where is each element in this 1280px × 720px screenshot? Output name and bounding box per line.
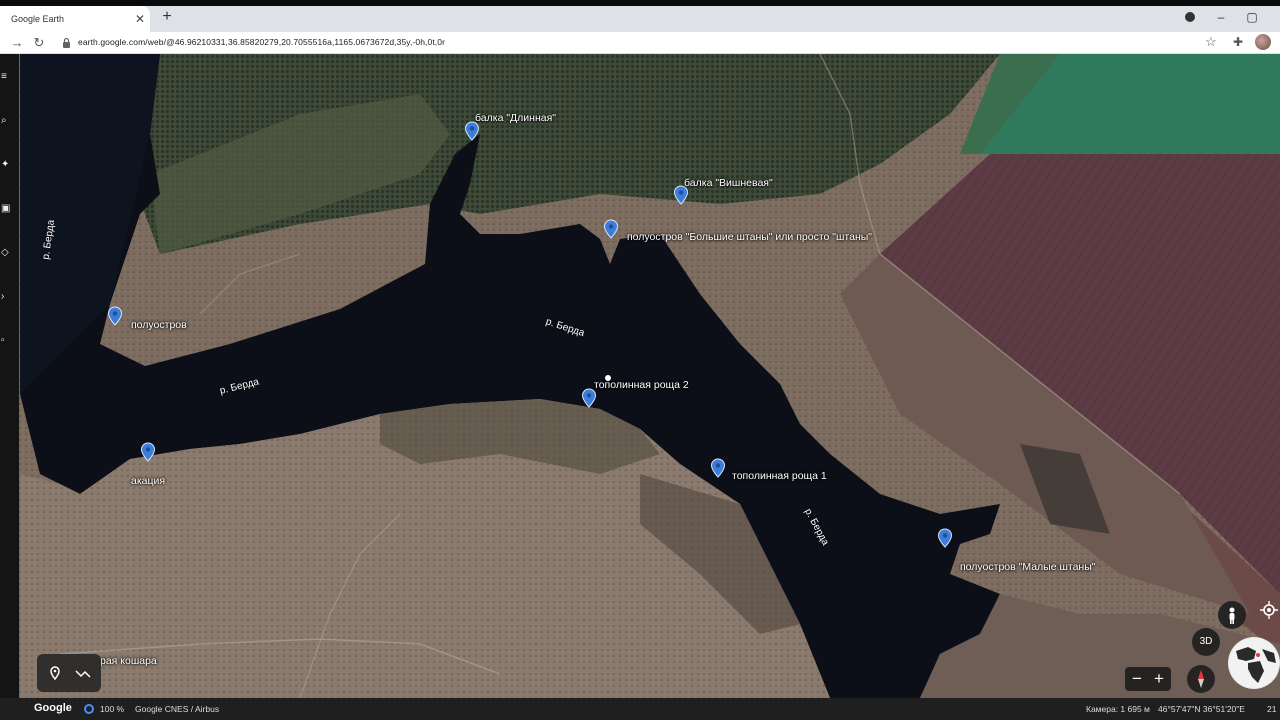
address-bar-url[interactable]: earth.google.com/web/@46.96210331,36.858… — [78, 37, 445, 47]
placemark-label[interactable]: балка "Длинная" — [475, 112, 556, 124]
mini-globe[interactable] — [1228, 637, 1280, 689]
browser-toolbar: → ↻ earth.google.com/web/@46.96210331,36… — [0, 32, 1280, 54]
share-icon[interactable]: ▫ — [1, 336, 11, 346]
loading-ring-icon — [84, 704, 94, 714]
measure-icon[interactable]: › — [1, 292, 11, 302]
placemark-pin-icon[interactable] — [937, 528, 953, 548]
placemark-label[interactable]: балка "Вишневая" — [684, 177, 773, 189]
placemark-label[interactable]: рая кошара — [100, 655, 157, 667]
placemark-label[interactable]: полуостров — [131, 319, 187, 331]
window-top-band — [0, 0, 1280, 6]
pegman-icon — [1229, 607, 1235, 624]
restore-button[interactable]: ▢ — [1243, 8, 1261, 26]
google-earth-window: Google Earth ✕ + – ▢ → ↻ earth.google.co… — [0, 0, 1280, 720]
projects-icon[interactable]: ◇ — [1, 248, 11, 258]
google-logo: Google — [34, 702, 72, 714]
profile-indicator-icon[interactable] — [1185, 12, 1195, 22]
status-extra: 21 — [1267, 704, 1277, 714]
placemark-pin-icon[interactable] — [581, 388, 597, 408]
compass-button[interactable] — [1187, 665, 1215, 693]
placemark-pin-icon[interactable] — [464, 121, 480, 141]
menu-icon[interactable]: ≡ — [1, 72, 11, 82]
voyager-icon[interactable]: ✦ — [1, 160, 11, 170]
satellite-map[interactable]: балка "Длинная" балка "Вишневая" полуостро… — [0, 54, 1280, 698]
placemark-label[interactable]: тополинная роща 1 — [732, 470, 827, 482]
3d-toggle-button[interactable]: 3D — [1192, 628, 1220, 656]
reload-icon[interactable]: ↻ — [30, 34, 48, 52]
imagery-attribution[interactable]: Google CNES / Airbus — [135, 704, 219, 714]
search-icon[interactable]: ⌕ — [1, 116, 11, 126]
placemark-pin-icon[interactable] — [107, 306, 123, 326]
globe-icon — [1229, 638, 1279, 688]
zoom-in-button[interactable]: + — [1148, 668, 1170, 690]
zoom-controls: − + — [1125, 667, 1171, 691]
compass-icon — [1198, 670, 1204, 688]
placemark-pin-icon[interactable] — [140, 442, 156, 462]
satellite-imagery — [0, 54, 1280, 698]
new-tab-button[interactable]: + — [158, 8, 176, 26]
map-tools-group — [37, 654, 101, 692]
minimize-button[interactable]: – — [1212, 8, 1230, 26]
lock-icon[interactable] — [62, 37, 71, 48]
tab-close-icon[interactable]: ✕ — [130, 12, 150, 26]
tab-title: Google Earth — [11, 14, 65, 24]
cursor-coordinates: 46°57'47"N 36°51'20"E — [1158, 704, 1245, 714]
path-tool-icon[interactable] — [73, 663, 93, 683]
bookmark-star-icon[interactable]: ☆ — [1205, 34, 1217, 50]
profile-avatar[interactable] — [1255, 34, 1271, 50]
tab-google-earth[interactable]: Google Earth ✕ — [0, 6, 150, 32]
placemark-label[interactable]: полуостров "Малые штаны" — [960, 561, 1096, 573]
placemark-label[interactable]: полуостров "Большие штаны" или просто "ш… — [627, 231, 872, 243]
placemark-pin-icon[interactable] — [710, 458, 726, 478]
center-crosshair-icon — [605, 375, 611, 381]
load-percent: 100 % — [100, 704, 125, 714]
dice-icon[interactable]: ▣ — [1, 204, 11, 214]
left-tool-rail: ≡ ⌕ ✦ ▣ ◇ › ▫ — [0, 54, 19, 698]
placemark-label[interactable]: акация — [131, 475, 165, 487]
pegman-button[interactable] — [1218, 601, 1246, 629]
camera-altitude: Камера: 1 695 м — [1086, 704, 1150, 714]
extensions-puzzle-icon[interactable]: ✚ — [1233, 35, 1243, 49]
placemark-pin-icon[interactable] — [603, 219, 619, 239]
status-bar: Google 100 % Google CNES / Airbus Камера… — [0, 698, 1280, 720]
my-location-icon[interactable] — [1259, 600, 1279, 620]
forward-arrow-icon[interactable]: → — [8, 34, 26, 52]
placemark-tool-icon[interactable] — [45, 663, 65, 683]
browser-tab-strip: Google Earth ✕ + – ▢ — [0, 0, 1280, 32]
zoom-out-button[interactable]: − — [1126, 668, 1148, 690]
